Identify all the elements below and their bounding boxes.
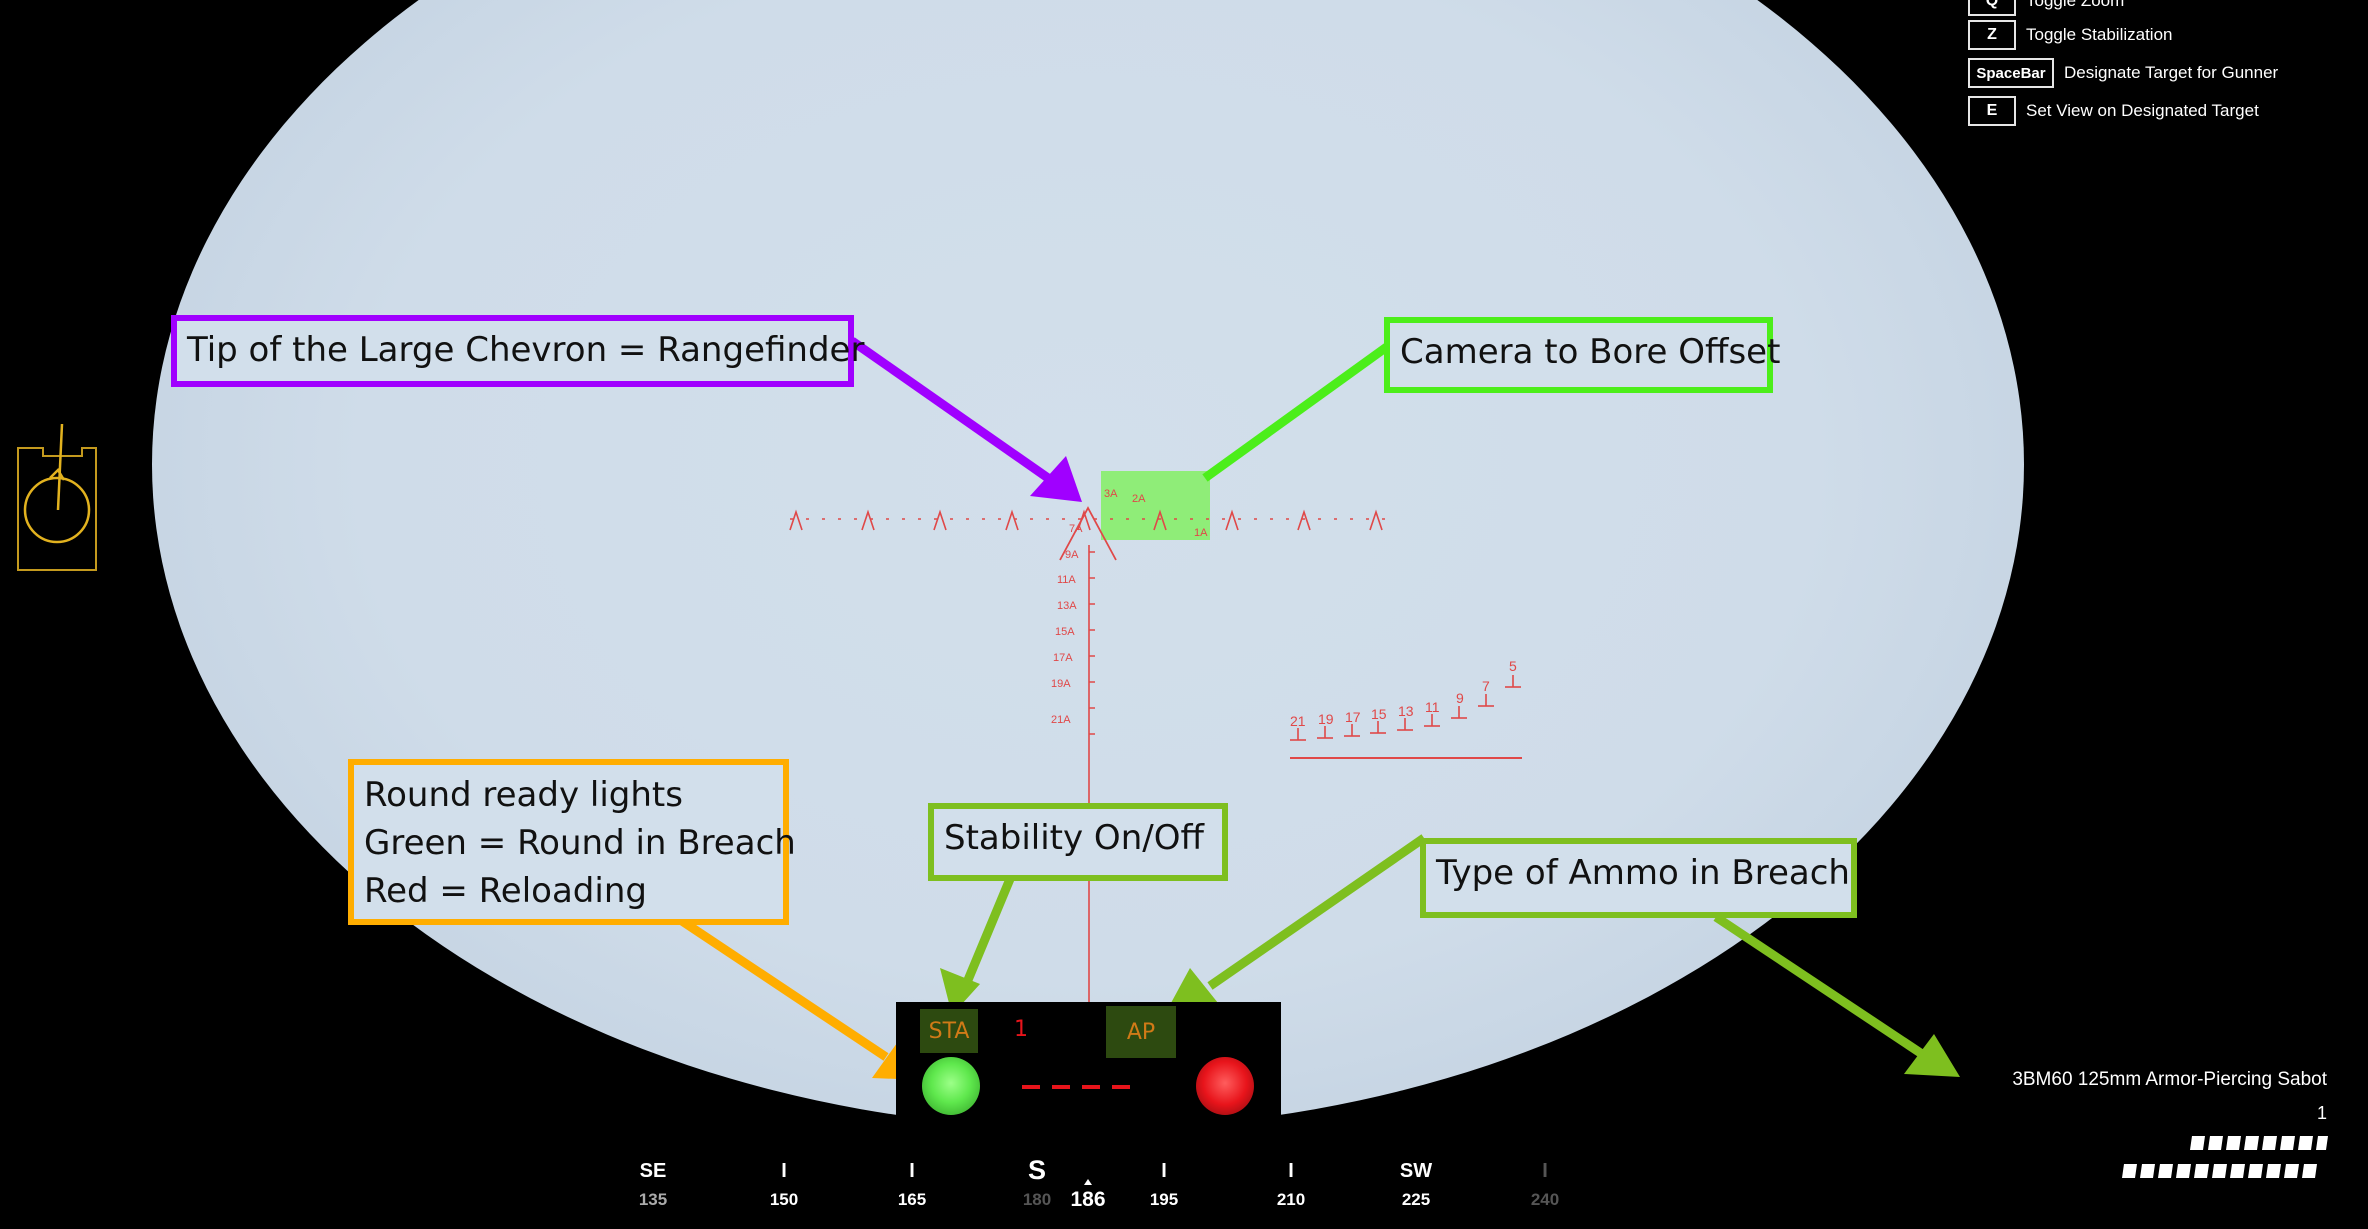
range-label: 9A	[1065, 549, 1079, 561]
range-label: 11A	[1057, 574, 1076, 586]
compass-label-south: S	[1027, 1155, 1046, 1185]
compass-label: I	[781, 1160, 787, 1182]
compass-degree: 210	[1276, 1190, 1306, 1209]
range-label: 21A	[1051, 714, 1071, 726]
callout-text: Green = Round in Breach	[364, 823, 796, 863]
callout-text: Type of Ammo in Breach	[1436, 853, 1850, 893]
shell-icons	[2122, 1136, 2328, 1178]
callout-ammo-type: Type of Ammo in Breach	[1420, 838, 1857, 918]
callout-text: Tip of the Large Chevron = Rangefinder	[187, 330, 865, 370]
offset-label: 3A	[1104, 488, 1118, 500]
lead-label: 11	[1425, 699, 1440, 715]
lead-label: 7	[1482, 678, 1490, 694]
compass-label: I	[1288, 1160, 1294, 1182]
offset-label: 1A	[1194, 527, 1208, 539]
compass-label: I	[1542, 1160, 1548, 1182]
lead-scale: 21 19 17 15 13 11 9 7 5	[1290, 658, 1522, 759]
range-label: 7A	[1069, 523, 1083, 535]
range-label: 13A	[1057, 600, 1077, 612]
callout-text: Round ready lights	[364, 775, 683, 815]
callout-rangefinder: Tip of the Large Chevron = Rangefinder	[171, 315, 864, 387]
compass-label: I	[1161, 1160, 1167, 1182]
compass-degree: 225	[1401, 1190, 1431, 1209]
compass-degree: 165	[897, 1190, 927, 1209]
lead-label: 9	[1456, 690, 1464, 706]
stabilization-indicator: STA	[920, 1009, 978, 1053]
compass-label: I	[909, 1160, 915, 1182]
range-label: 19A	[1051, 678, 1071, 690]
offset-label: 2A	[1132, 493, 1146, 505]
lead-label: 19	[1318, 711, 1334, 727]
callout-text: Red = Reloading	[364, 871, 647, 911]
round-count: 1	[1014, 1017, 1028, 1042]
compass-bar: SE 135 I 150 I 165 S 180 I 195 I 210 SW …	[0, 1130, 2368, 1229]
lead-label: 13	[1398, 703, 1414, 719]
compass-degree: 150	[769, 1190, 799, 1209]
reload-progress-dashes	[1022, 1085, 1134, 1089]
lead-label: 15	[1371, 706, 1387, 722]
compass-label: SE	[639, 1160, 667, 1182]
round-ready-green-lamp	[922, 1057, 980, 1115]
callout-round-ready: Round ready lights Green = Round in Brea…	[348, 759, 796, 925]
ammo-rack-icons	[2122, 1136, 2328, 1178]
compass-degree: 135	[638, 1190, 668, 1209]
compass-degree: 240	[1530, 1190, 1560, 1209]
callout-stability: Stability On/Off	[928, 803, 1228, 881]
compass-degree: 195	[1149, 1190, 1179, 1209]
current-heading: 186	[1070, 1188, 1106, 1211]
compass-label: SW	[1399, 1160, 1433, 1182]
lead-label: 5	[1509, 658, 1517, 674]
range-label: 17A	[1053, 652, 1073, 664]
callout-text: Stability On/Off	[944, 818, 1204, 858]
ammo-name: 3BM60 125mm Armor-Piercing Sabot	[2012, 1069, 2327, 1090]
callout-text: Camera to Bore Offset	[1400, 332, 1781, 372]
tank-heading-icon	[17, 423, 97, 571]
range-label: 15A	[1055, 626, 1075, 638]
heading-marker-icon	[1084, 1179, 1092, 1185]
callout-bore-offset: Camera to Bore Offset	[1384, 317, 1780, 393]
ammo-type-badge: AP	[1106, 1006, 1176, 1058]
range-labels: 7A 9A 11A 13A 15A 17A 19A 21A	[1051, 523, 1083, 726]
gunner-status-panel: STA 1 AP	[896, 1002, 1281, 1130]
reloading-red-lamp	[1196, 1057, 1254, 1115]
horizontal-mil-scale	[789, 509, 1388, 531]
lead-label: 17	[1345, 709, 1361, 725]
stadia-ticks	[1089, 551, 1095, 735]
ammo-count: 1	[2316, 1103, 2327, 1123]
lead-label: 21	[1290, 713, 1306, 729]
